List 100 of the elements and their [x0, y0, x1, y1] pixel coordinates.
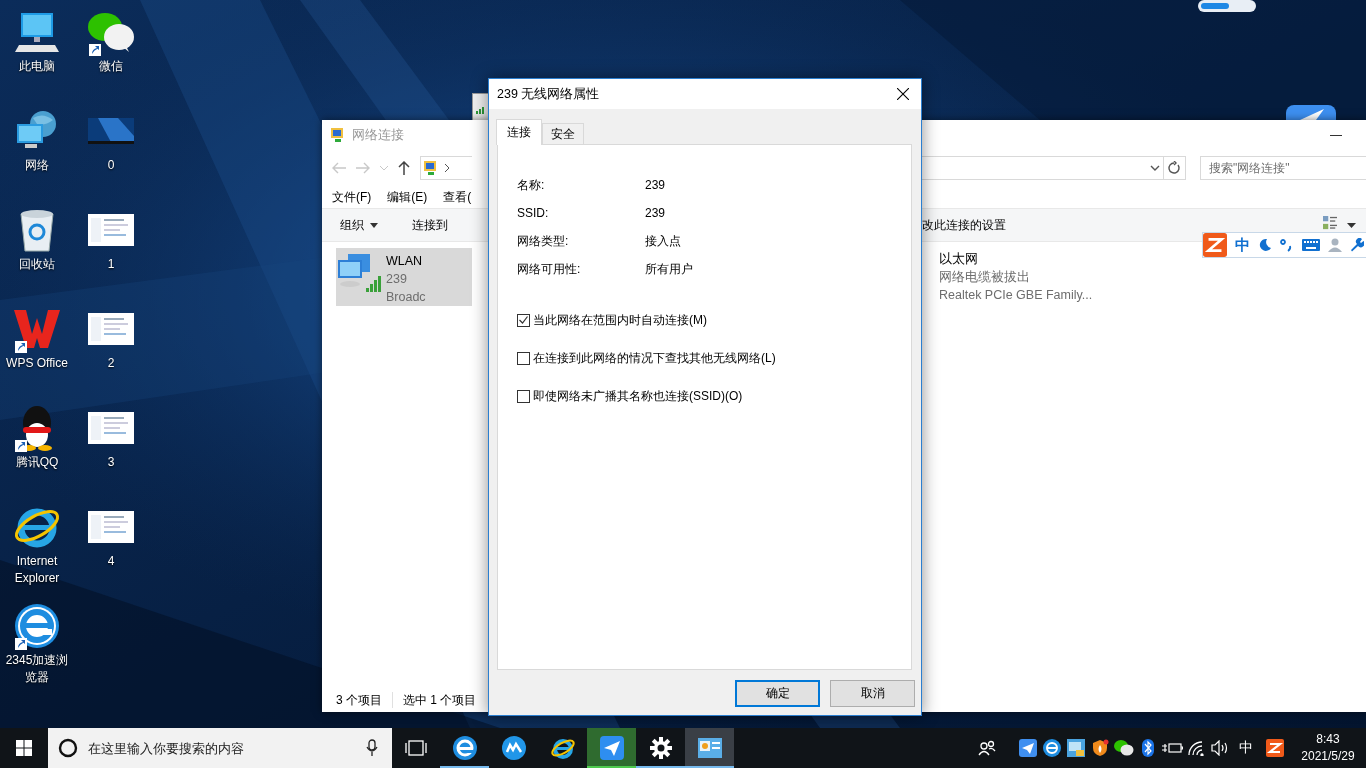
document-thumbnail — [88, 412, 134, 444]
control-panel-icon — [697, 738, 722, 758]
refresh-icon[interactable] — [1167, 161, 1181, 175]
view-options-icon[interactable] — [1323, 216, 1337, 230]
search-field[interactable]: 搜索"网络连接" — [1200, 156, 1366, 180]
document-thumbnail — [88, 214, 134, 246]
paper-plane-icon[interactable] — [1286, 105, 1336, 120]
browser-icon — [452, 736, 477, 760]
floating-widget-icon[interactable] — [1198, 0, 1256, 12]
field-value: 239 — [645, 178, 667, 192]
adapter-name: WLAN — [386, 253, 424, 270]
dropdown-arrow-icon[interactable] — [1347, 222, 1356, 228]
taskbar-app-button[interactable] — [685, 728, 734, 768]
desktop-icon[interactable]: 1 — [74, 206, 148, 305]
desktop-icon[interactable]: 回收站 — [0, 206, 74, 305]
field-label: 网络可用性: — [517, 260, 582, 278]
tab[interactable]: 连接 — [496, 119, 542, 145]
desktop-icon[interactable]: 此电脑 — [0, 8, 74, 107]
browser-icon[interactable] — [1043, 739, 1061, 757]
people-icon[interactable] — [978, 740, 996, 756]
adapter-detail: 239 — [386, 271, 408, 288]
microphone-icon — [366, 739, 378, 757]
adapter-detail: Realtek PCIe GBE Family... — [939, 287, 1093, 304]
desktop-icon[interactable]: 2 — [74, 305, 148, 404]
paper-plane-icon[interactable] — [1019, 739, 1037, 757]
checkbox-label[interactable]: 当此网络在范围内时自动连接(M) — [533, 311, 707, 329]
keyboard-icon[interactable] — [1302, 239, 1320, 251]
desktop-icon[interactable]: 腾讯QQ — [0, 404, 74, 503]
ie-browser-icon — [549, 736, 576, 760]
chevron-right-icon[interactable] — [445, 164, 450, 172]
field-label: 网络类型: — [517, 232, 570, 250]
checkbox[interactable] — [517, 313, 530, 327]
adapter-detail: Broadc — [386, 289, 426, 306]
menu-item[interactable]: 编辑(E) — [379, 186, 436, 208]
cloud-app-icon — [501, 736, 526, 760]
dropdown-arrow-icon — [370, 222, 378, 228]
field-value: 239 — [645, 206, 667, 220]
signal-bars-icon — [476, 106, 486, 114]
document-thumbnail — [88, 511, 134, 543]
wrench-icon[interactable] — [1350, 238, 1364, 252]
field-label: SSID: — [517, 206, 550, 220]
toolbar-button[interactable]: 组织 — [332, 212, 386, 238]
computer-icon — [15, 11, 59, 53]
start-icon[interactable] — [16, 740, 32, 756]
wallpaper-thumbnail — [88, 118, 134, 144]
input-mode-toggle[interactable]: 中 — [1235, 235, 1250, 255]
toolbar-button[interactable]: 改此连接的设置 — [922, 212, 1006, 238]
checkbox-label[interactable]: 在连接到此网络的情况下查找其他无线网络(L) — [533, 349, 776, 367]
network-adapter-item[interactable]: WLAN 239 Broadc — [336, 248, 472, 306]
adapter-name: 以太网 — [939, 251, 979, 268]
dialog-button[interactable]: 确定 — [735, 680, 820, 707]
desktop-icon[interactable]: 2345加速浏览器 — [0, 602, 74, 701]
battery-icon[interactable] — [1161, 741, 1183, 755]
adapter-detail: 网络电缆被拔出 — [939, 269, 1031, 286]
input-language-indicator[interactable]: 中 — [1232, 739, 1260, 757]
desktop-icon[interactable]: 4 — [74, 503, 148, 602]
desktop-icon[interactable]: WPS Office — [0, 305, 74, 404]
shield-icon[interactable] — [1091, 739, 1109, 757]
cortana-button[interactable] — [48, 728, 88, 768]
network-folder-icon — [423, 160, 439, 176]
selection-count: 选中 1 个项目 — [403, 691, 477, 709]
bluetooth-icon[interactable] — [1142, 739, 1154, 757]
desktop-icon[interactable]: Internet Explorer — [0, 503, 74, 602]
search-field[interactable]: 在这里输入你要搜索的内容 — [88, 728, 352, 768]
chevron-down-icon[interactable] — [1150, 165, 1160, 171]
close-icon — [897, 88, 909, 100]
field-value: 所有用户 — [645, 260, 694, 278]
network-folder-icon — [330, 127, 346, 143]
desktop-icon[interactable]: 网络 — [0, 107, 74, 206]
moon-icon[interactable] — [1258, 238, 1272, 252]
checkbox[interactable] — [517, 389, 530, 403]
network-adapter-item[interactable]: 以太网 网络电缆被拔出 Realtek PCIe GBE Family... — [935, 248, 1097, 306]
z-app-icon[interactable] — [1266, 739, 1284, 757]
settings-icon — [649, 737, 672, 759]
up-arrow-icon[interactable] — [398, 161, 410, 175]
checkbox-label[interactable]: 即使网络未广播其名称也连接(SSID)(O) — [533, 387, 743, 405]
desktop-icon[interactable]: 0 — [74, 107, 148, 206]
tab[interactable]: 安全 — [542, 123, 584, 144]
dialog-button[interactable]: 取消 — [830, 680, 915, 707]
toolbar-button[interactable]: 连接到 — [404, 212, 456, 238]
desktop-icon[interactable]: 3 — [74, 404, 148, 503]
paper-plane-icon — [599, 736, 624, 760]
taskbar-app-button[interactable] — [587, 728, 636, 768]
punctuation-icon[interactable] — [1280, 238, 1294, 252]
chat-bubbles-icon[interactable] — [1114, 740, 1134, 756]
field-value: 接入点 — [645, 232, 682, 250]
menu-item[interactable]: 文件(F) — [324, 186, 380, 208]
volume-icon[interactable] — [1211, 740, 1229, 756]
task-view-icon[interactable] — [405, 740, 427, 756]
wifi-icon[interactable] — [1187, 740, 1205, 756]
browser-icon — [14, 603, 60, 649]
z-app-icon[interactable] — [1203, 233, 1227, 257]
clock[interactable]: 8:43 2021/5/29 — [1290, 731, 1366, 765]
microphone-button[interactable] — [352, 728, 392, 768]
chat-bubbles-icon — [87, 11, 135, 53]
checkbox[interactable] — [517, 351, 530, 365]
desktop-icon[interactable]: 微信 — [74, 8, 148, 107]
menu-item[interactable]: 查看( — [435, 186, 480, 208]
dialog-title: 239 无线网络属性 — [497, 85, 600, 103]
circle-icon — [58, 738, 78, 758]
